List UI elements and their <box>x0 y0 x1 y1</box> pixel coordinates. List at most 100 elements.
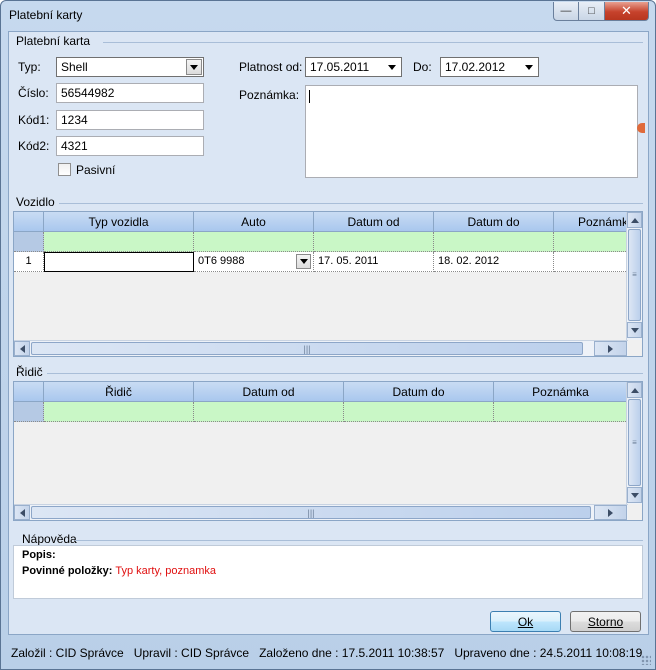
arrow-down-icon <box>630 327 639 333</box>
cell-date-to[interactable]: 18. 02. 2012 <box>434 252 554 272</box>
column-header-driver[interactable]: Řidič <box>44 382 194 402</box>
ok-button-label: Ok <box>517 614 534 629</box>
minimize-button[interactable]: — <box>553 2 579 21</box>
grip-icon: ||| <box>303 343 311 354</box>
cell-date-from[interactable]: 17. 05. 2011 <box>314 252 434 272</box>
maximize-icon: □ <box>588 5 595 17</box>
cancel-button[interactable]: Storno <box>570 611 641 632</box>
type-label: Typ: <box>18 60 41 74</box>
minimize-icon: — <box>560 5 572 17</box>
column-header-date-from[interactable]: Datum od <box>314 212 434 232</box>
new-cell-car[interactable] <box>194 232 314 252</box>
table-row[interactable]: 1 0T6 9988 17. 05. 2011 18. 02. 2012 <box>14 252 628 272</box>
new-cell-note[interactable] <box>554 232 628 252</box>
type-dropdown-button[interactable] <box>186 59 202 75</box>
row-number[interactable]: 1 <box>14 252 44 272</box>
status-created-by: Založil : CID Správce <box>11 646 124 660</box>
cell-car[interactable]: 0T6 9988 <box>194 252 314 272</box>
vehicle-grid-header: Typ vozidla Auto Datum od Datum do Pozná… <box>14 212 628 232</box>
driver-horizontal-scrollbar[interactable]: ||| <box>14 504 628 520</box>
new-cell-driver[interactable] <box>44 402 194 422</box>
help-required-fields: Povinné položky: Typ karty, poznamka <box>22 565 216 577</box>
scroll-up-button[interactable] <box>627 212 642 228</box>
ok-button[interactable]: Ok <box>490 611 561 632</box>
arrow-right-icon <box>608 508 613 517</box>
column-header-date-to[interactable]: Datum do <box>434 212 554 232</box>
column-header-note[interactable]: Poznámka <box>554 212 628 232</box>
vehicle-vertical-scrollbar[interactable]: ≡ <box>626 212 642 340</box>
vehicle-grid[interactable]: Typ vozidla Auto Datum od Datum do Pozná… <box>13 211 643 357</box>
type-select-value: Shell <box>61 60 88 74</box>
scroll-down-button[interactable] <box>627 322 642 338</box>
vehicle-horizontal-scrollbar[interactable]: ||| <box>14 340 628 356</box>
column-header-date-from[interactable]: Datum od <box>194 382 344 402</box>
scroll-left-button[interactable] <box>14 341 30 356</box>
grip-icon: ||| <box>307 507 315 518</box>
driver-grid-header: Řidič Datum od Datum do Poznámka <box>14 382 628 402</box>
valid-from-date-picker[interactable]: 17.05.2011 <box>305 57 402 77</box>
new-cell-date-from[interactable] <box>314 232 434 252</box>
grip-icon: ≡ <box>632 270 637 279</box>
driver-vertical-scrollbar[interactable]: ≡ <box>626 382 642 504</box>
resize-grip-icon[interactable] <box>641 655 651 665</box>
new-cell-date-from[interactable] <box>194 402 344 422</box>
column-header-note[interactable]: Poznámka <box>494 382 628 402</box>
close-button[interactable]: ✕ <box>605 2 649 21</box>
new-row-header[interactable] <box>14 402 44 422</box>
new-cell-note[interactable] <box>494 402 628 422</box>
text-caret <box>309 90 310 103</box>
valid-to-dropdown-button[interactable] <box>521 59 537 75</box>
column-header-car[interactable]: Auto <box>194 212 314 232</box>
number-field[interactable]: 56544982 <box>56 83 204 103</box>
new-cell-date-to[interactable] <box>344 402 494 422</box>
vertical-scroll-thumb[interactable]: ≡ <box>628 229 641 321</box>
arrow-up-icon <box>630 387 639 393</box>
scroll-right-button[interactable] <box>594 505 627 520</box>
code1-field[interactable]: 1234 <box>56 110 204 130</box>
help-group-title: Nápověda <box>22 532 77 546</box>
new-row[interactable] <box>14 232 628 252</box>
new-row-header[interactable] <box>14 232 44 252</box>
title-bar[interactable]: Platební karty — □ ✕ <box>1 1 655 31</box>
note-textarea[interactable] <box>305 85 638 178</box>
code1-label: Kód1: <box>18 113 50 127</box>
required-fields-label: Povinné položky: <box>22 565 113 577</box>
valid-to-date-picker[interactable]: 17.02.2012 <box>440 57 539 77</box>
vertical-scroll-thumb[interactable]: ≡ <box>628 399 641 486</box>
row-header-corner <box>14 382 44 402</box>
scroll-down-button[interactable] <box>627 487 642 503</box>
help-description: Popis: <box>22 549 56 561</box>
new-row[interactable] <box>14 402 628 422</box>
cell-car-value: 0T6 9988 <box>198 255 245 267</box>
valid-from-dropdown-button[interactable] <box>384 59 400 75</box>
chevron-down-icon <box>299 259 308 264</box>
arrow-down-icon <box>630 492 639 498</box>
cancel-button-label: Storno <box>587 614 624 629</box>
cell-note[interactable] <box>554 252 628 272</box>
arrow-up-icon <box>630 217 639 223</box>
horizontal-scroll-thumb[interactable]: ||| <box>31 506 591 519</box>
column-header-vehicle-type[interactable]: Typ vozidla <box>44 212 194 232</box>
horizontal-scroll-thumb[interactable]: ||| <box>31 342 583 355</box>
scroll-left-button[interactable] <box>14 505 30 520</box>
chevron-down-icon <box>525 64 533 70</box>
type-select[interactable]: Shell <box>56 57 204 77</box>
code2-field[interactable]: 4321 <box>56 136 204 156</box>
scroll-up-button[interactable] <box>627 382 642 398</box>
passive-checkbox[interactable] <box>58 163 71 176</box>
status-modified-by: Upravil : CID Správce <box>133 646 250 660</box>
driver-grid[interactable]: Řidič Datum od Datum do Poznámka ≡ ||| <box>13 381 643 521</box>
column-header-date-to[interactable]: Datum do <box>344 382 494 402</box>
car-dropdown-button[interactable] <box>296 254 311 269</box>
scroll-right-button[interactable] <box>594 341 627 356</box>
code2-label: Kód2: <box>18 139 50 153</box>
maximize-button[interactable]: □ <box>579 2 605 21</box>
status-created-at: Založeno dne : 17.5.2011 10:38:57 <box>259 646 445 660</box>
new-cell-vehicle-type[interactable] <box>44 232 194 252</box>
new-cell-date-to[interactable] <box>434 232 554 252</box>
arrow-left-icon <box>19 344 25 353</box>
side-indicator-icon <box>637 123 645 133</box>
number-label: Číslo: <box>18 86 49 100</box>
close-icon: ✕ <box>621 3 632 18</box>
cell-vehicle-type[interactable] <box>44 252 194 272</box>
